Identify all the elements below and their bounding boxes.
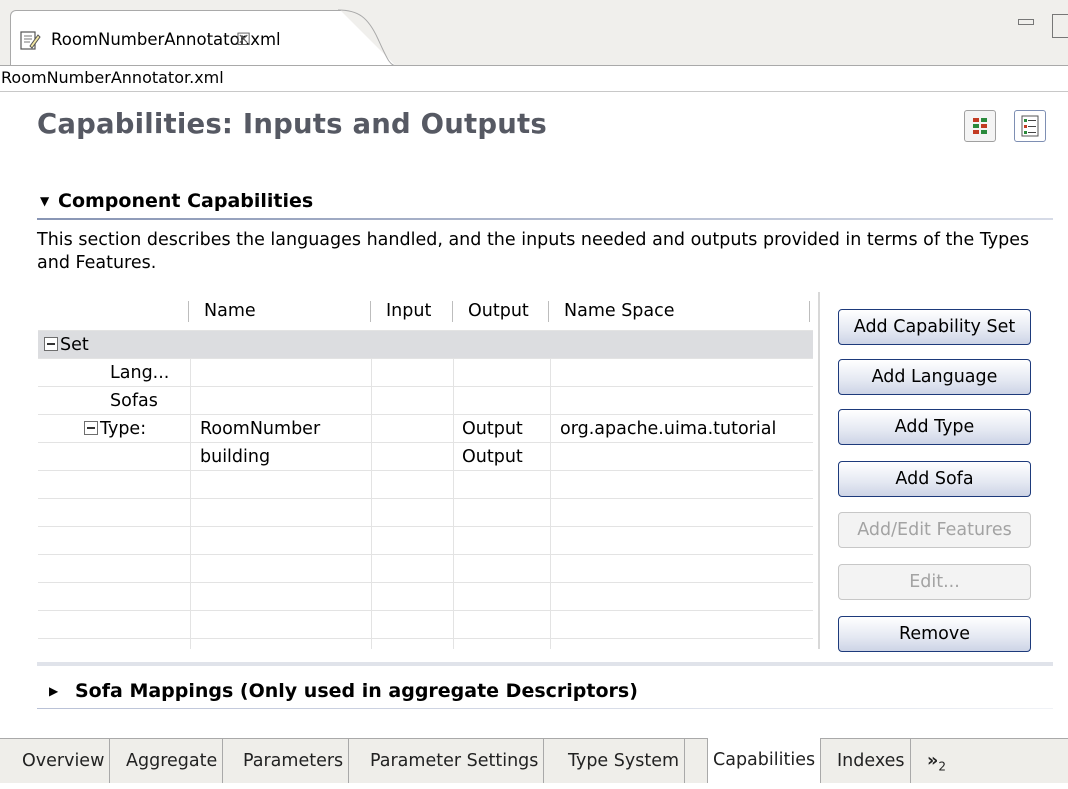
collapse-icon[interactable] [84,421,98,435]
editor-tab-strip: RoomNumberAnnotator.xml ☒ [0,0,1068,67]
column-separator [370,301,371,322]
empty-row [38,471,813,499]
output-cell: Output [462,419,523,439]
section-title: Component Capabilities [58,190,314,212]
add-sofa-button[interactable]: Add Sofa [838,461,1031,497]
vertical-layout-icon [1021,115,1039,137]
horizontal-layout-icon [973,118,987,134]
row-label: Set [60,335,89,355]
tab-parameter-settings[interactable]: Parameter Settings [365,739,545,783]
empty-row [38,555,813,583]
empty-row [38,527,813,555]
tree-cell: Set [44,331,89,359]
column-separator [188,301,189,322]
section-separator [37,218,1053,220]
section-separator [37,662,1053,666]
empty-row [38,499,813,527]
tab-type-system[interactable]: Type System [563,739,686,783]
table-row[interactable]: Set [38,331,813,359]
component-capabilities-header[interactable]: ▼ Component Capabilities [40,190,313,212]
expand-right-icon[interactable]: ▶ [49,684,75,698]
column-header-name[interactable]: Name [190,292,370,331]
column-header-tree[interactable] [38,292,188,331]
more-tabs-button[interactable]: »2 [922,739,951,783]
sofa-mappings-header[interactable]: ▶ Sofa Mappings (Only used in aggregate D… [49,680,638,702]
tab-overview[interactable]: Overview [17,739,111,783]
page-title: Capabilities: Inputs and Outputs [37,108,547,140]
xml-editor-icon [20,31,41,50]
add-language-button[interactable]: Add Language [838,359,1031,395]
capabilities-form: Capabilities: Inputs and Outputs ▼ Compon… [0,92,1068,738]
output-cell: Output [462,447,523,467]
row-label: Type: [100,419,147,439]
table-row[interactable]: Sofas [38,387,813,415]
type-name-cell: RoomNumber [200,419,321,439]
edit-button[interactable]: Edit... [838,564,1031,600]
table-row[interactable]: Lang... [38,359,813,387]
column-header-output[interactable]: Output [454,292,548,331]
editor-tab[interactable]: RoomNumberAnnotator.xml ☒ [10,10,396,66]
column-separator [809,301,810,322]
tab-aggregate[interactable]: Aggregate [121,739,224,783]
capabilities-table[interactable]: Name Input Output Name Space Set Lang...… [38,292,813,649]
tab-indexes[interactable]: Indexes [832,739,911,783]
add-capability-set-button[interactable]: Add Capability Set [838,309,1031,345]
collapse-icon[interactable] [44,337,58,351]
empty-row [38,583,813,611]
namespace-cell: org.apache.uima.tutorial [560,419,777,439]
close-icon[interactable]: ☒ [236,29,251,51]
table-header: Name Input Output Name Space [38,292,813,331]
more-tabs-count: 2 [938,759,946,774]
tab-capabilities[interactable]: Capabilities [707,738,822,783]
section2-title: Sofa Mappings (Only used in aggregate De… [75,680,638,702]
empty-row [38,611,813,639]
maximize-icon[interactable] [1052,14,1068,38]
remove-button[interactable]: Remove [838,616,1031,652]
column-header-input[interactable]: Input [372,292,452,331]
feature-name-cell: building [200,447,271,467]
tab-parameters[interactable]: Parameters [238,739,350,783]
add-edit-features-button[interactable]: Add/Edit Features [838,512,1031,548]
section-description: This section describes the languages han… [37,230,1030,273]
column-separator [452,301,453,322]
window-controls [1008,14,1068,44]
section-separator [37,708,1053,709]
horizontal-layout-button[interactable] [964,110,996,142]
page-tab-bar: Overview Aggregate Parameters Parameter … [0,738,1068,783]
column-separator [548,301,549,322]
chevron-right-double-icon: » [927,751,939,771]
expand-down-icon[interactable]: ▼ [40,194,58,208]
minimize-icon[interactable] [1018,19,1034,25]
row-label: Lang... [110,363,170,383]
table-row[interactable]: Type: RoomNumber Output org.apache.uima.… [38,415,813,443]
row-label: Sofas [110,391,158,411]
column-header-namespace[interactable]: Name Space [550,292,808,331]
table-scroll-edge [818,292,820,649]
table-row[interactable]: building Output [38,443,813,471]
tree-cell: Type: [84,415,146,443]
file-label: RoomNumberAnnotator.xml [0,66,1068,92]
add-type-button[interactable]: Add Type [838,409,1031,445]
vertical-layout-button[interactable] [1014,110,1046,142]
